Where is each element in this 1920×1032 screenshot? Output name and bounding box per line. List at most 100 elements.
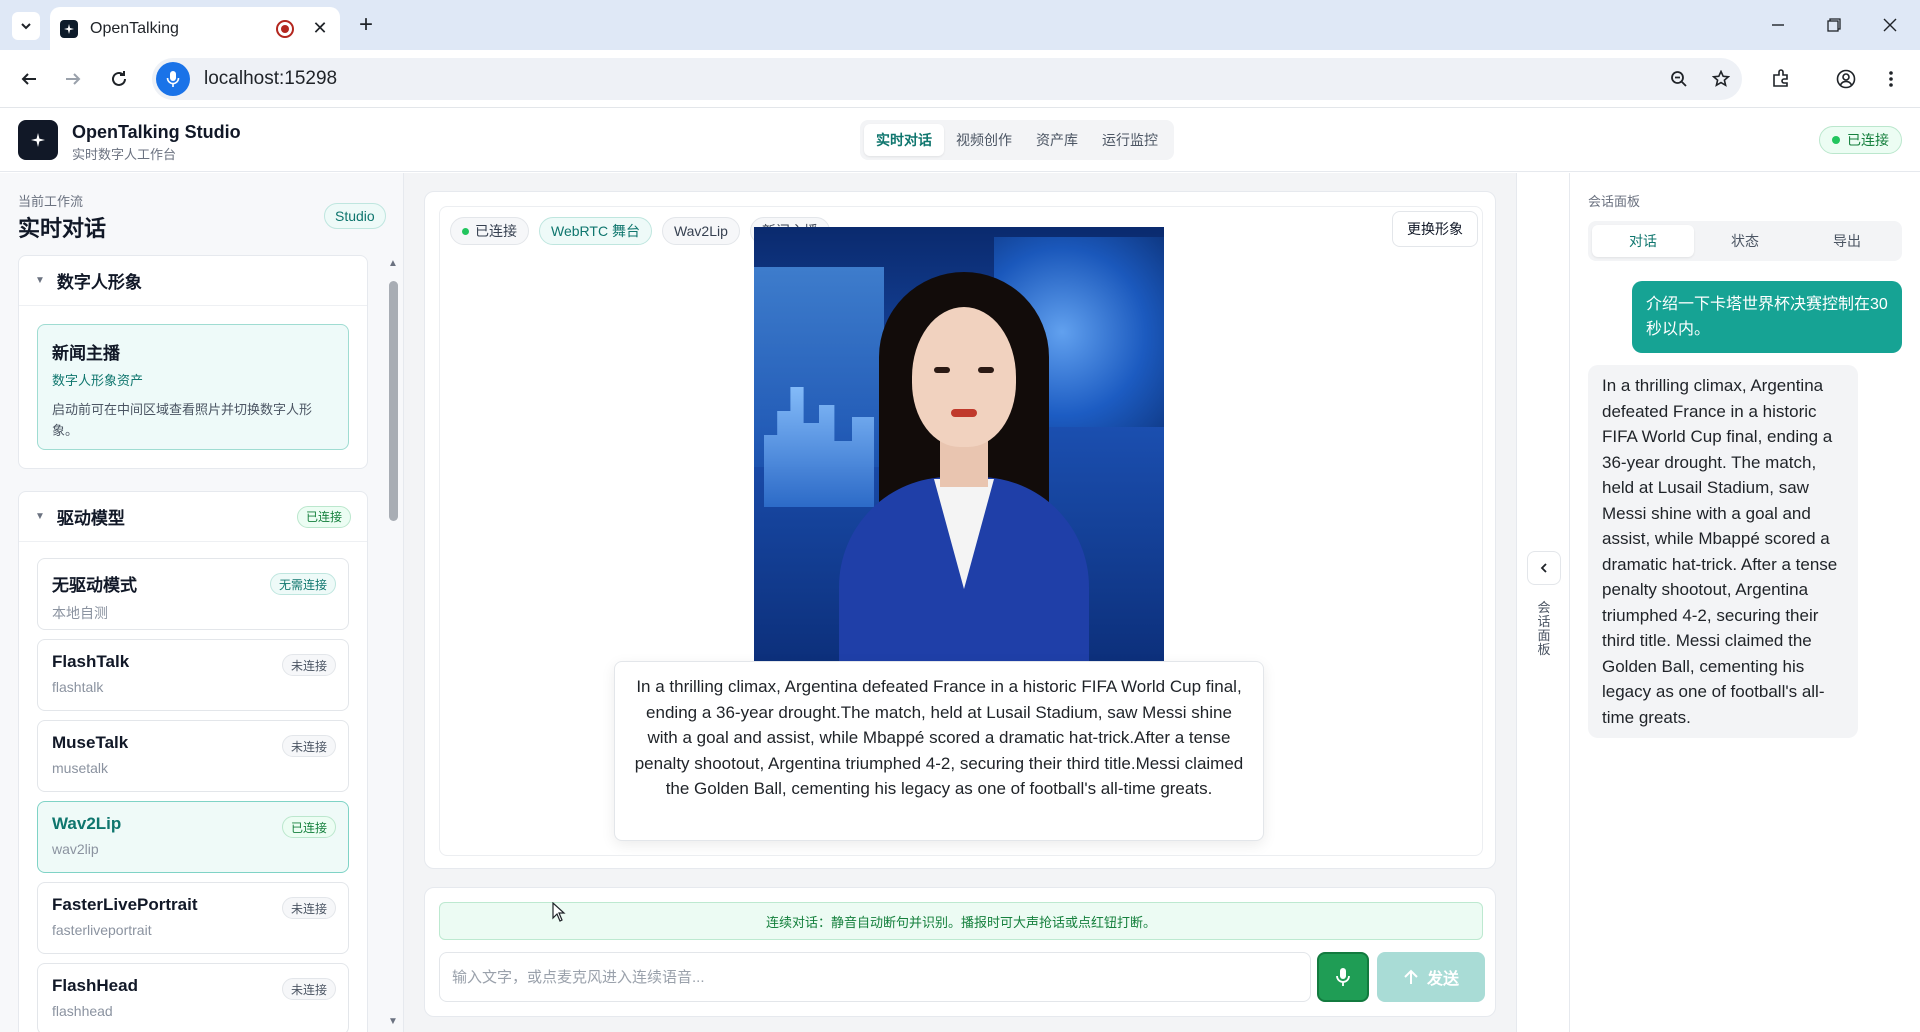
avatar-item-news-anchor[interactable]: 新闻主播 数字人形象资产 启动前可在中间区域查看照片并切换数字人形象。 bbox=[37, 324, 349, 450]
avatar-video bbox=[754, 227, 1164, 667]
chat-panel-tabs: 对话 状态 导出 bbox=[1588, 221, 1902, 261]
send-label: 发送 bbox=[1426, 971, 1459, 988]
tab-title: OpenTalking bbox=[90, 19, 179, 37]
message-input[interactable] bbox=[439, 952, 1311, 1002]
tab-status[interactable]: 状态 bbox=[1694, 225, 1796, 257]
workflow-label: 当前工作流 bbox=[18, 194, 84, 209]
zoom-icon[interactable] bbox=[1658, 58, 1700, 100]
model-status-badge: 未连接 bbox=[281, 654, 336, 676]
avatar-type: 数字人形象资产 bbox=[52, 373, 144, 388]
model-card-title: 驱动模型 bbox=[56, 509, 125, 528]
stage-tag-webrtc: WebRTC 舞台 bbox=[539, 217, 652, 245]
stage-tag-label: 已连接 bbox=[475, 223, 517, 239]
model-status-badge: 无需连接 bbox=[269, 573, 336, 595]
send-button[interactable]: 发送 bbox=[1377, 952, 1485, 1002]
nav-tab-video[interactable]: 视频创作 bbox=[944, 124, 1024, 156]
brand-title: OpenTalking Studio bbox=[72, 122, 241, 142]
panel-rail: 会话面板 bbox=[1516, 173, 1570, 1032]
nav-tab-assets[interactable]: 资产库 bbox=[1024, 124, 1090, 156]
scroll-down-icon[interactable]: ▼ bbox=[388, 1017, 398, 1027]
avatar-card: ▼ 数字人形象 新闻主播 数字人形象资产 启动前可在中间区域查看照片并切换数字人… bbox=[18, 255, 368, 469]
nav-tab-realtime[interactable]: 实时对话 bbox=[864, 124, 944, 156]
model-id: flashhead bbox=[52, 1003, 113, 1019]
tab-list-button[interactable] bbox=[12, 12, 40, 40]
model-id: flashtalk bbox=[52, 679, 104, 695]
model-status-badge: 未连接 bbox=[281, 978, 336, 1000]
omnibox[interactable]: localhost:15298 bbox=[152, 58, 1742, 100]
model-item[interactable]: FlashHead flashhead 未连接 bbox=[37, 963, 349, 1032]
composer-panel: 连续对话：静音自动断句并识别。播报时可大声抢话或点红钮打断。 发送 bbox=[424, 887, 1496, 1017]
browser-tabstrip: OpenTalking ✕ + bbox=[0, 0, 1920, 50]
forward-button[interactable] bbox=[58, 64, 88, 94]
back-arrow-icon bbox=[21, 73, 36, 85]
swap-avatar-button[interactable]: 更换形象 bbox=[1392, 211, 1478, 247]
browser-menu-icon[interactable] bbox=[1876, 64, 1906, 94]
model-id: 本地自测 bbox=[52, 605, 108, 621]
profile-icon[interactable] bbox=[1831, 64, 1861, 94]
url-text: localhost:15298 bbox=[204, 68, 338, 89]
stage-tag-model: Wav2Lip bbox=[661, 217, 740, 245]
model-id: fasterliveportrait bbox=[52, 922, 152, 938]
rail-label: 会话面板 bbox=[1537, 600, 1551, 657]
workflow-title: 实时对话 bbox=[18, 216, 107, 241]
sidebar-scrollbar[interactable]: ▲ ▼ bbox=[386, 259, 400, 1029]
avatar-card-header[interactable]: ▼ 数字人形象 bbox=[19, 256, 367, 306]
chat-panel: 会话面板 对话 状态 导出 介绍一下卡塔世界杯决赛控制在30秒以内。 In a … bbox=[1570, 173, 1920, 1032]
model-status-badge: 未连接 bbox=[281, 897, 336, 919]
browser-tab[interactable]: OpenTalking ✕ bbox=[50, 7, 340, 50]
minimize-icon[interactable] bbox=[1758, 10, 1798, 40]
webrtc-stage: 已连接 WebRTC 舞台 Wav2Lip 新闻主播 更换形象 In a thr… bbox=[439, 206, 1483, 856]
scroll-up-icon[interactable]: ▲ bbox=[388, 259, 398, 269]
tab-dialog[interactable]: 对话 bbox=[1592, 225, 1694, 257]
nav-tab-monitor[interactable]: 运行监控 bbox=[1090, 124, 1170, 156]
app-header: OpenTalking Studio 实时数字人工作台 实时对话 视频创作 资产… bbox=[0, 108, 1920, 172]
microphone-icon[interactable] bbox=[156, 62, 190, 96]
chevron-left-icon bbox=[1540, 563, 1547, 573]
scrollbar-thumb[interactable] bbox=[389, 281, 398, 521]
chevron-down-icon bbox=[21, 23, 31, 30]
avatar-name: 新闻主播 bbox=[52, 344, 120, 363]
model-id: wav2lip bbox=[52, 841, 99, 857]
recording-icon bbox=[276, 19, 294, 38]
stage-panel: 已连接 WebRTC 舞台 Wav2Lip 新闻主播 更换形象 In a thr… bbox=[424, 191, 1496, 869]
new-tab-button[interactable]: + bbox=[352, 12, 380, 40]
subtitle-caption: In a thrilling climax, Argentina defeate… bbox=[614, 661, 1264, 841]
model-status-badge: 已连接 bbox=[281, 816, 336, 838]
model-card: ▼ 驱动模型 已连接 无驱动模式 本地自测 无需连接 FlashTalk fla… bbox=[18, 491, 368, 1032]
model-item[interactable]: FlashTalk flashtalk 未连接 bbox=[37, 639, 349, 711]
model-item[interactable]: MuseTalk musetalk 未连接 bbox=[37, 720, 349, 792]
continuous-dialog-hint: 连续对话：静音自动断句并识别。播报时可大声抢话或点红钮打断。 bbox=[439, 902, 1483, 940]
restore-icon[interactable] bbox=[1814, 10, 1854, 40]
assistant-message: In a thrilling climax, Argentina defeate… bbox=[1588, 365, 1858, 738]
model-item[interactable]: FasterLivePortrait fasterliveportrait 未连… bbox=[37, 882, 349, 954]
reload-button[interactable] bbox=[104, 64, 134, 94]
chat-panel-title: 会话面板 bbox=[1588, 194, 1641, 209]
connection-label: 已连接 bbox=[1847, 132, 1889, 148]
close-window-icon[interactable] bbox=[1870, 10, 1910, 40]
tab-export[interactable]: 导出 bbox=[1796, 225, 1898, 257]
microphone-button[interactable] bbox=[1317, 952, 1369, 1002]
arrow-up-icon bbox=[1404, 969, 1418, 984]
close-tab-icon[interactable]: ✕ bbox=[310, 18, 330, 39]
user-message: 介绍一下卡塔世界杯决赛控制在30秒以内。 bbox=[1632, 281, 1902, 353]
forward-arrow-icon bbox=[66, 73, 81, 85]
model-card-header[interactable]: ▼ 驱动模型 已连接 bbox=[19, 492, 367, 542]
model-item[interactable]: 无驱动模式 本地自测 无需连接 bbox=[37, 558, 349, 630]
center-workspace: 已连接 WebRTC 舞台 Wav2Lip 新闻主播 更换形象 In a thr… bbox=[404, 173, 1516, 1032]
status-dot-icon bbox=[1832, 136, 1840, 144]
back-button[interactable] bbox=[14, 64, 44, 94]
sidebar: 当前工作流 实时对话 Studio ▼ 数字人形象 新闻主播 数字人形象资产 启… bbox=[0, 173, 404, 1032]
bookmark-star-icon[interactable] bbox=[1700, 58, 1742, 100]
main-nav: 实时对话 视频创作 资产库 运行监控 bbox=[860, 120, 1174, 160]
extensions-icon[interactable] bbox=[1766, 64, 1796, 94]
model-card-status: 已连接 bbox=[296, 505, 351, 528]
mouse-cursor-icon bbox=[552, 902, 566, 922]
microphone-icon bbox=[1336, 968, 1350, 986]
model-id: musetalk bbox=[52, 760, 109, 776]
model-item-selected[interactable]: Wav2Lip wav2lip 已连接 bbox=[37, 801, 349, 873]
collapse-panel-button[interactable] bbox=[1527, 551, 1561, 585]
stage-tag-connected: 已连接 bbox=[450, 217, 529, 245]
favicon-icon bbox=[60, 19, 78, 38]
status-dot-icon bbox=[462, 227, 469, 235]
caret-down-icon: ▼ bbox=[35, 511, 45, 522]
